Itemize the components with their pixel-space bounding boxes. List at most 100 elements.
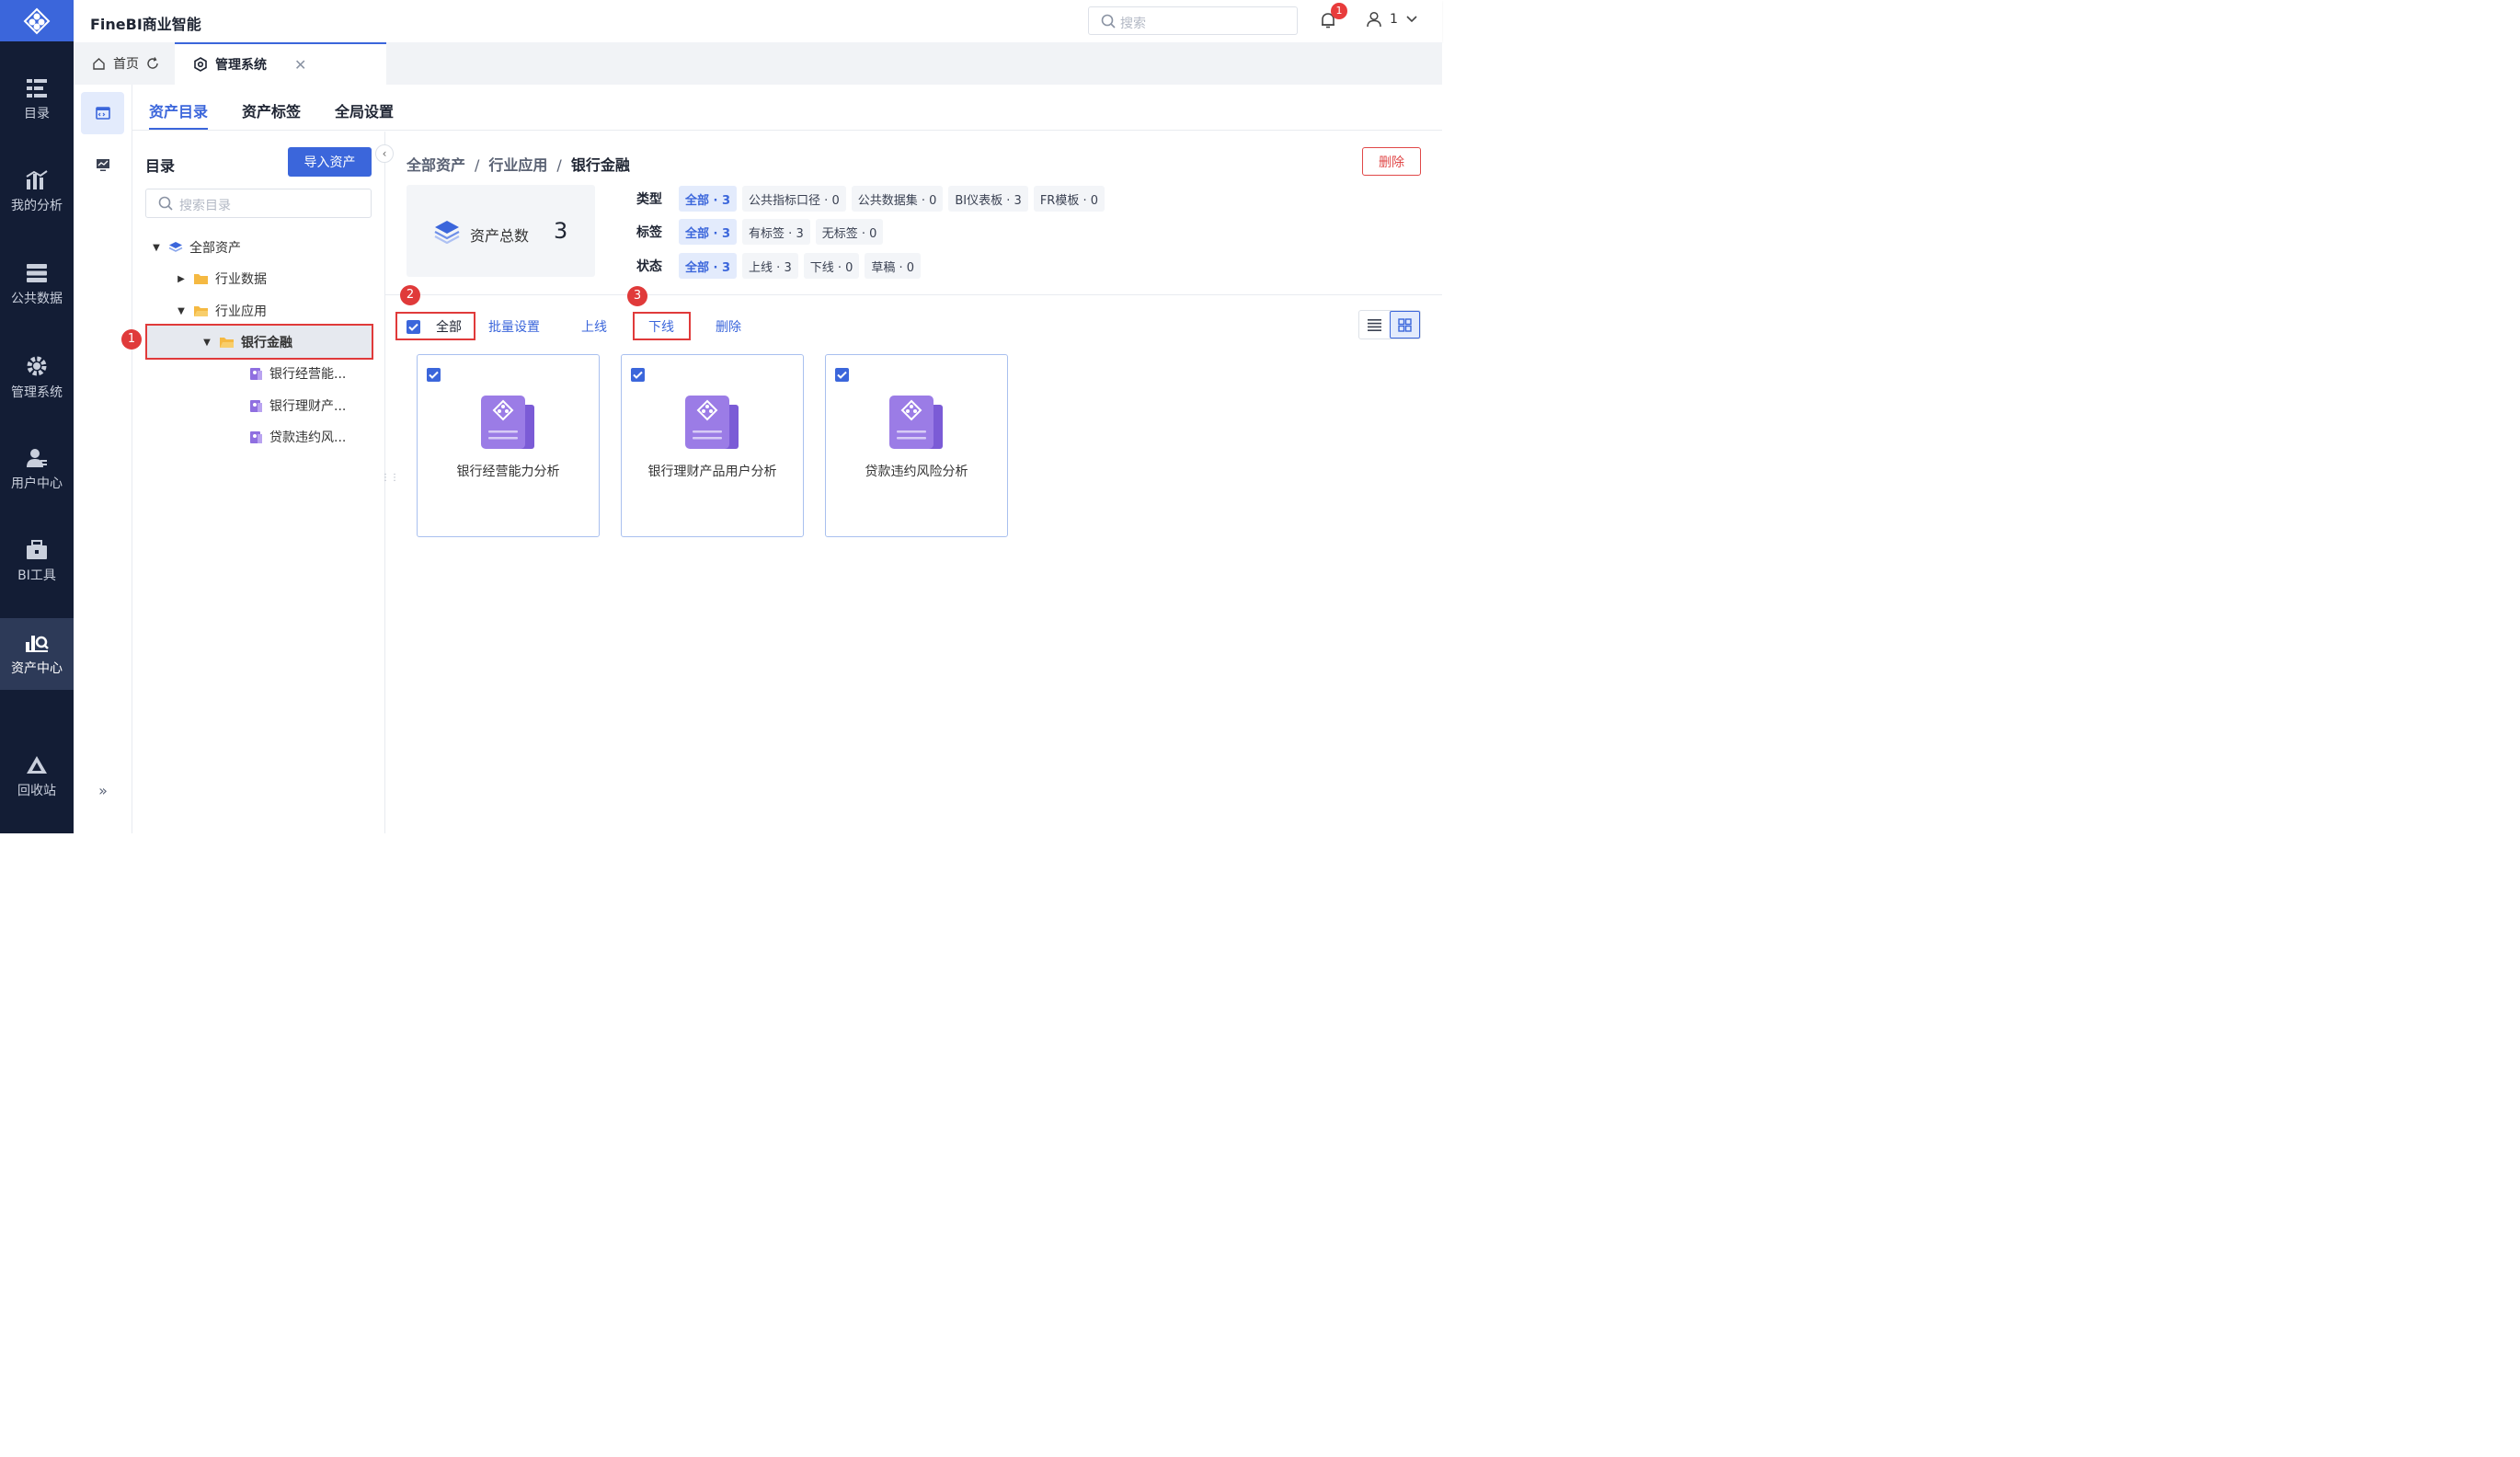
catalog-icon xyxy=(27,79,47,98)
global-search-input[interactable]: 搜索 xyxy=(1088,6,1298,35)
tab-asset-catalog[interactable]: 资产目录 xyxy=(149,99,208,121)
home-icon xyxy=(93,57,105,70)
import-asset-button[interactable]: 导入资产 xyxy=(288,147,372,177)
tree-node-industry-data[interactable]: ▶ 行业数据 xyxy=(176,265,267,293)
checkbox-checked-icon[interactable] xyxy=(427,368,441,382)
nav-item-catalog[interactable]: 目录 xyxy=(0,64,74,136)
caret-down-icon[interactable]: ▼ xyxy=(151,243,162,253)
sub-nav-monitor[interactable] xyxy=(81,143,124,186)
chevron-left-icon: ‹ xyxy=(382,147,387,160)
filter-chip[interactable]: 无标签 · 0 xyxy=(815,219,884,245)
nav-item-user-center[interactable]: 用户中心 xyxy=(0,434,74,506)
tab-strip: 首页 管理系统 ✕ xyxy=(74,42,1442,85)
asset-center-icon xyxy=(26,636,49,652)
dashboard-asset-icon xyxy=(250,430,262,443)
breadcrumb-item[interactable]: 行业应用 xyxy=(488,156,547,174)
tree-search-input[interactable]: 搜索目录 xyxy=(145,189,372,218)
divider xyxy=(385,294,1442,295)
active-tab-underline xyxy=(149,128,208,130)
breadcrumb-item[interactable]: 全部资产 xyxy=(407,156,465,174)
annotation-marker-3: 3 xyxy=(627,286,647,306)
filter-chip[interactable]: 公共指标口径 · 0 xyxy=(742,186,846,212)
filter-chip[interactable]: 草稿 · 0 xyxy=(865,253,922,279)
grid-view-button[interactable] xyxy=(1389,311,1420,338)
dashboard-asset-icon xyxy=(250,367,262,380)
asset-card[interactable]: 银行理财产品用户分析 xyxy=(621,354,804,537)
dashboard-asset-icon xyxy=(250,399,262,412)
tab-home-label: 首页 xyxy=(113,57,139,72)
annotation-marker-2: 2 xyxy=(400,285,420,305)
main-tabs: 资产目录 资产标签 全局设置 xyxy=(132,85,1442,131)
app-logo[interactable] xyxy=(0,0,74,41)
batch-delete-button[interactable]: 删除 xyxy=(716,317,741,336)
nav-item-bi-tools[interactable]: BI工具 xyxy=(0,526,74,598)
asset-card[interactable]: 银行经营能力分析 xyxy=(417,354,600,537)
tab-home[interactable]: 首页 xyxy=(74,42,175,85)
asset-card-name: 贷款违约风险分析 xyxy=(865,465,968,479)
nav-label: BI工具 xyxy=(17,568,56,583)
breadcrumb-separator: / xyxy=(556,156,562,174)
asset-card-name: 银行理财产品用户分析 xyxy=(647,465,777,479)
filter-chip[interactable]: 全部 · 3 xyxy=(679,253,738,279)
breadcrumb-separator: / xyxy=(475,156,480,174)
tree-node-all-assets[interactable]: ▼ 全部资产 xyxy=(151,234,241,261)
tree-leaf-asset[interactable]: 银行经营能... xyxy=(249,360,346,387)
search-icon xyxy=(1101,14,1116,29)
filter-chip[interactable]: 下线 · 0 xyxy=(803,253,860,279)
nav-item-public-data[interactable]: 公共数据 xyxy=(0,249,74,321)
tab-global-settings[interactable]: 全局设置 xyxy=(335,99,394,121)
collapse-panel-button[interactable]: ‹ xyxy=(375,144,394,163)
gear-icon xyxy=(27,356,47,376)
filter-chip[interactable]: FR模板 · 0 xyxy=(1033,186,1105,212)
filter-chip[interactable]: BI仪表板 · 3 xyxy=(948,186,1028,212)
user-icon xyxy=(1367,11,1381,28)
app-title: FineBI商业智能 xyxy=(90,16,201,33)
dashboard-asset-icon xyxy=(685,396,739,449)
tab-asset-tags[interactable]: 资产标签 xyxy=(242,99,301,121)
nav-item-admin[interactable]: 管理系统 xyxy=(0,342,74,414)
delete-folder-button[interactable]: 删除 xyxy=(1362,147,1421,176)
filter-chip[interactable]: 全部 · 3 xyxy=(679,186,738,212)
filter-chip[interactable]: 公共数据集 · 0 xyxy=(851,186,944,212)
online-button[interactable]: 上线 xyxy=(581,317,607,336)
nav-item-asset-center[interactable]: 资产中心 xyxy=(0,618,74,690)
asset-total-count: 3 xyxy=(554,218,568,244)
caret-right-icon[interactable]: ▶ xyxy=(176,274,187,284)
nav-label: 我的分析 xyxy=(11,199,63,213)
caret-down-icon[interactable]: ▼ xyxy=(176,306,187,316)
filter-label: 标签 xyxy=(636,225,662,240)
filter-chip[interactable]: 全部 · 3 xyxy=(679,219,738,245)
tab-admin[interactable]: 管理系统 ✕ xyxy=(175,42,386,85)
nav-item-my-analysis[interactable]: 我的分析 xyxy=(0,156,74,228)
tree-node-label: 银行理财产... xyxy=(269,399,347,414)
tree-node-industry-application[interactable]: ▼ 行业应用 xyxy=(176,297,267,325)
asset-card[interactable]: 贷款违约风险分析 xyxy=(825,354,1008,537)
breadcrumb-current: 银行金融 xyxy=(570,156,630,174)
batch-settings-button[interactable]: 批量设置 xyxy=(488,317,540,336)
annotation-box-3 xyxy=(633,312,691,340)
expand-nav-icon[interactable]: » xyxy=(92,782,114,802)
drag-handle-icon[interactable]: ⋮⋮ xyxy=(381,474,399,483)
tree-node-label: 全部资产 xyxy=(189,241,241,256)
logo-icon xyxy=(23,7,51,34)
filter-row-status: 状态 全部 · 3 上线 · 3 下线 · 0 草稿 · 0 xyxy=(636,253,922,279)
nav-item-recycle-bin[interactable]: 回收站 xyxy=(0,741,74,813)
tree-leaf-asset[interactable]: 银行理财产... xyxy=(249,392,346,419)
close-icon[interactable]: ✕ xyxy=(294,56,306,74)
filter-chip[interactable]: 有标签 · 3 xyxy=(742,219,810,245)
filter-chip[interactable]: 上线 · 3 xyxy=(742,253,798,279)
refresh-icon[interactable] xyxy=(146,57,159,70)
analysis-icon xyxy=(26,170,48,189)
list-icon xyxy=(1367,318,1381,331)
list-view-button[interactable] xyxy=(1359,311,1390,338)
checkbox-checked-icon[interactable] xyxy=(835,368,849,382)
tree-leaf-asset[interactable]: 贷款违约风... xyxy=(249,423,346,451)
nav-label: 资产中心 xyxy=(11,661,63,676)
monitor-chart-icon xyxy=(96,159,109,171)
annotation-box-2 xyxy=(395,312,475,340)
checkbox-checked-icon[interactable] xyxy=(631,368,645,382)
sub-nav-asset-catalog[interactable] xyxy=(81,92,124,134)
folder-icon xyxy=(194,274,208,284)
user-menu[interactable]: 1 xyxy=(1366,11,1418,28)
tree-node-label: 银行经营能... xyxy=(269,367,347,382)
